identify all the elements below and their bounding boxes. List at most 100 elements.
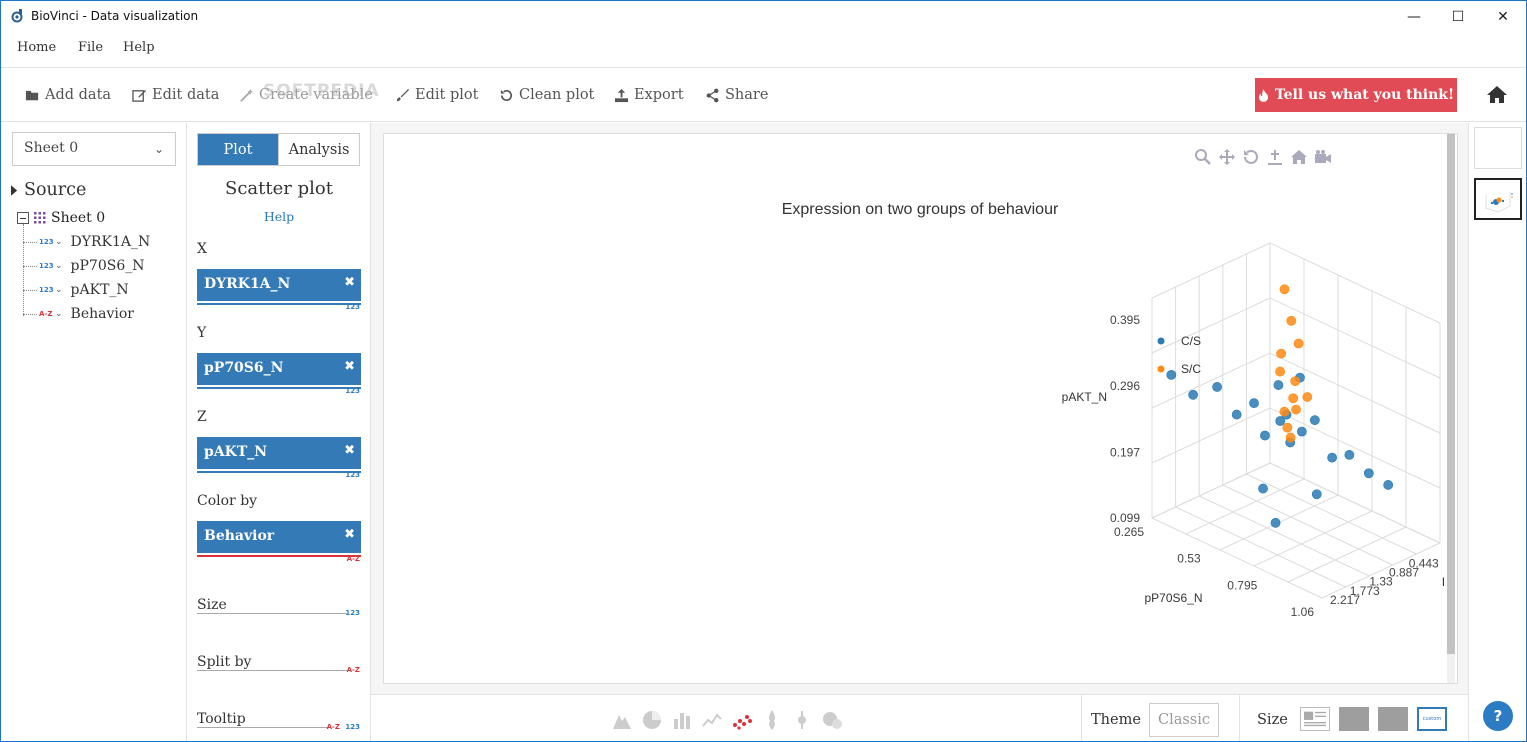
z-variable-chip[interactable]: pAKT_N ✖ <box>197 437 361 469</box>
title-bar: BioVinci - Data visualization — ☐ ✕ <box>1 1 1526 33</box>
minimize-button[interactable]: — <box>1391 1 1437 33</box>
data-point <box>1258 483 1268 494</box>
variable-label: DYRK1A_N <box>70 234 151 250</box>
split-drop-zone[interactable] <box>197 670 347 671</box>
menu-help[interactable]: Help <box>123 40 155 55</box>
chevron-down-icon[interactable]: ⌄ <box>55 309 63 319</box>
menu-home[interactable]: Home <box>17 40 56 55</box>
remove-icon[interactable]: ✖ <box>344 359 355 374</box>
chip-underline <box>197 471 361 473</box>
plot-thumbnails-panel <box>1468 123 1526 741</box>
chevron-down-icon[interactable]: ⌄ <box>55 285 63 295</box>
data-point <box>1302 392 1313 402</box>
plot-canvas[interactable]: Expression on two groups of behaviour 0.… <box>383 133 1458 684</box>
thumbnail-empty[interactable] <box>1474 127 1522 169</box>
edit-data-label: Edit data <box>152 87 220 103</box>
size-drop-zone[interactable] <box>197 613 347 614</box>
categorical-type-icon: A-Z <box>346 666 360 674</box>
categorical-type-icon: A-Z <box>346 555 360 563</box>
add-data-button[interactable]: Add data <box>25 87 111 103</box>
legend-marker <box>1157 337 1165 345</box>
plot-bottom-bar: Theme Classic Size custom <box>371 694 1468 741</box>
grid-line <box>1198 495 1370 577</box>
dot-plot-icon[interactable] <box>791 709 813 731</box>
categorical-type-icon: A-Z <box>39 310 53 318</box>
line-chart-icon[interactable] <box>701 709 723 731</box>
plot-scrollbar[interactable] <box>1447 134 1455 654</box>
size-option-large[interactable] <box>1378 707 1408 731</box>
categorical-type-icon: A-Z <box>326 723 340 731</box>
bar-chart-icon[interactable] <box>671 709 693 731</box>
folder-open-icon <box>25 90 39 100</box>
theme-select[interactable]: Classic <box>1149 703 1219 737</box>
layout-small-icon <box>1304 711 1326 727</box>
edit-data-button[interactable]: Edit data <box>132 87 219 103</box>
data-point <box>1291 404 1301 415</box>
tab-analysis[interactable]: Analysis <box>278 134 359 165</box>
sheet-select[interactable]: Sheet 0 ⌄ <box>12 132 176 166</box>
tree-variable-item[interactable]: 123 ⌄ DYRK1A_N <box>23 234 150 250</box>
size-option-small[interactable] <box>1300 707 1330 731</box>
remove-icon[interactable]: ✖ <box>344 527 355 542</box>
legend-label: C/S <box>1181 334 1201 348</box>
bubble-chart-icon[interactable] <box>821 709 843 731</box>
sheet-select-value: Sheet 0 <box>24 140 79 156</box>
home-icon[interactable] <box>1485 83 1509 107</box>
tree-sheet-node[interactable]: Sheet 0 <box>17 210 105 226</box>
source-toggle[interactable]: Source <box>11 180 86 200</box>
upload-icon <box>614 88 629 102</box>
tab-plot[interactable]: Plot <box>198 134 278 165</box>
menu-bar: Home File Help <box>1 33 1526 63</box>
numeric-type-icon: 123 <box>39 262 54 270</box>
help-button[interactable]: ? <box>1483 701 1513 731</box>
data-point <box>1363 468 1374 479</box>
violin-icon[interactable] <box>761 709 783 731</box>
remove-icon[interactable]: ✖ <box>344 275 355 290</box>
share-button[interactable]: Share <box>705 87 768 103</box>
clean-plot-label: Clean plot <box>519 87 595 103</box>
edit-plot-button[interactable]: Edit plot <box>395 87 478 103</box>
add-data-label: Add data <box>45 87 112 103</box>
y-variable-chip[interactable]: pP70S6_N ✖ <box>197 353 361 385</box>
close-button[interactable]: ✕ <box>1480 1 1526 33</box>
tree-branch <box>23 265 37 267</box>
thumbnail-active[interactable] <box>1474 178 1522 220</box>
export-label: Export <box>634 87 684 103</box>
pie-chart-icon[interactable] <box>641 709 663 731</box>
help-link[interactable]: Help <box>187 209 371 224</box>
numeric-type-icon: 123 <box>345 387 360 395</box>
histogram-icon[interactable] <box>611 709 633 731</box>
legend-marker <box>1157 365 1165 373</box>
export-button[interactable]: Export <box>614 87 684 103</box>
scatter-chart-icon[interactable] <box>731 709 753 731</box>
clean-plot-button[interactable]: Clean plot <box>499 87 594 103</box>
color-variable-chip[interactable]: Behavior ✖ <box>197 521 361 553</box>
tree-variable-item[interactable]: 123 ⌄ pAKT_N <box>23 282 129 298</box>
plot-type-title: Scatter plot <box>225 178 333 199</box>
z-variable-name: pAKT_N <box>204 444 268 460</box>
chevron-down-icon[interactable]: ⌄ <box>55 237 63 247</box>
remove-icon[interactable]: ✖ <box>344 443 355 458</box>
data-point <box>1188 389 1199 400</box>
tree-branch <box>23 289 37 291</box>
tree-variable-item[interactable]: A-Z ⌄ Behavior <box>23 306 134 322</box>
data-point <box>1279 284 1290 295</box>
tooltip-drop-zone[interactable] <box>197 727 331 728</box>
z-tick-label: 0.197 <box>1110 445 1140 459</box>
menu-file[interactable]: File <box>78 40 103 55</box>
collapse-icon[interactable] <box>17 212 29 224</box>
size-option-medium[interactable] <box>1339 707 1369 731</box>
numeric-type-icon: 123 <box>345 471 360 479</box>
size-option-custom[interactable]: custom <box>1417 707 1447 731</box>
numeric-type-icon: 123 <box>345 609 360 617</box>
color-variable-name: Behavior <box>204 528 275 544</box>
y-tick-label: 1.06 <box>1291 605 1315 619</box>
edit-icon <box>132 89 147 102</box>
x-variable-chip[interactable]: DYRK1A_N ✖ <box>197 269 361 301</box>
scatter-3d-chart[interactable]: 0.0990.1970.2960.3950.2650.530.7951.06-0… <box>384 134 1444 674</box>
data-point <box>1166 369 1177 380</box>
chevron-down-icon[interactable]: ⌄ <box>55 261 63 271</box>
maximize-button[interactable]: ☐ <box>1435 1 1481 33</box>
feedback-button[interactable]: Tell us what you think! <box>1255 78 1457 112</box>
tree-variable-item[interactable]: 123 ⌄ pP70S6_N <box>23 258 145 274</box>
